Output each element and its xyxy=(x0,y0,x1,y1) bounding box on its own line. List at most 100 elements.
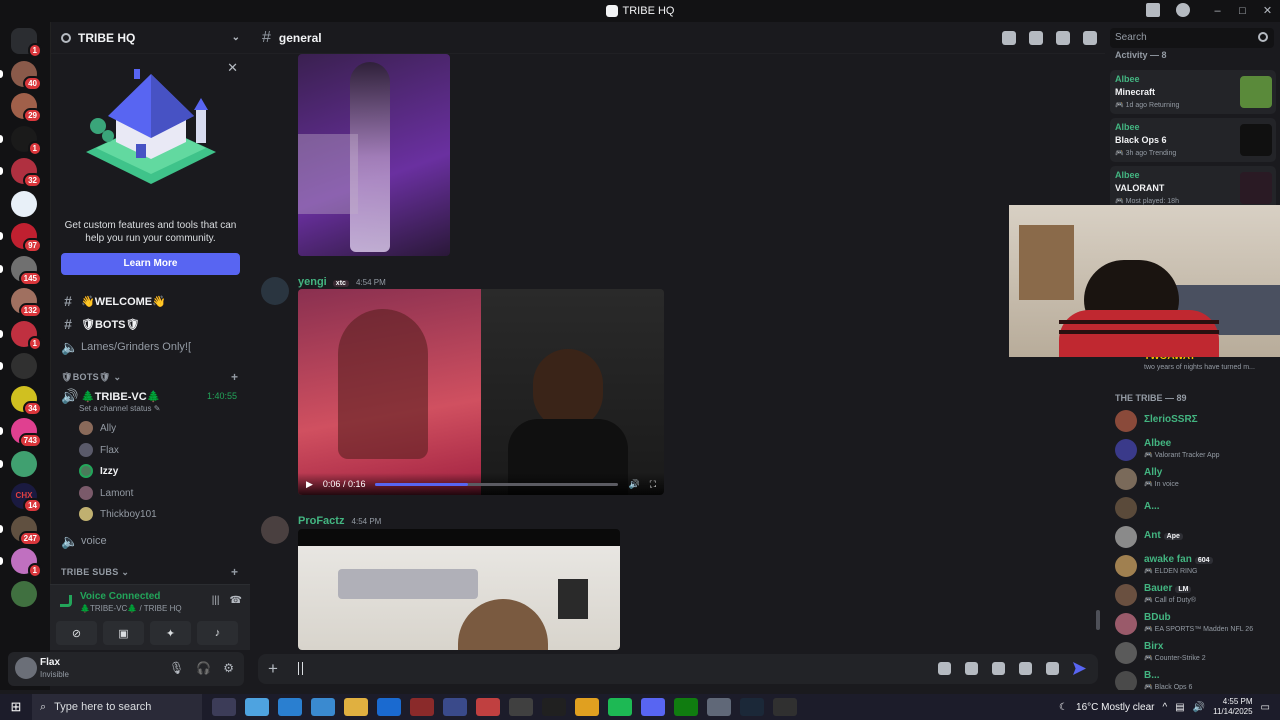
voice-location[interactable]: 🌲TRIBE-VC🌲 / TRIBE HQ xyxy=(80,604,182,613)
activity-card[interactable]: Albee VALORANT 🎮 Most played: 18h xyxy=(1110,166,1276,210)
apps-icon[interactable] xyxy=(1046,662,1059,675)
app-icon[interactable] xyxy=(443,698,467,716)
avatar[interactable] xyxy=(261,277,289,305)
app-icon[interactable] xyxy=(707,698,731,716)
member-item[interactable]: Birx 🎮 Counter-Strike 2 xyxy=(1115,640,1275,666)
headphones-icon[interactable]: 🎧 xyxy=(196,661,211,675)
outlook-icon[interactable] xyxy=(377,698,401,716)
activities-button[interactable]: ✦ xyxy=(150,621,191,645)
learn-more-button[interactable]: Learn More xyxy=(61,253,240,275)
play-icon[interactable]: ▶ xyxy=(306,479,313,490)
channel-lames-grinders[interactable]: 🔈 Lames/Grinders Only![ xyxy=(59,337,245,357)
fullscreen-icon[interactable]: ⛶ xyxy=(650,479,656,490)
app-icon[interactable] xyxy=(575,698,599,716)
volume-icon[interactable]: 🔊 xyxy=(628,479,639,490)
category-tribe-subs[interactable]: TRIBE SUBS ⌄ + xyxy=(61,565,238,579)
member-item[interactable]: Bauer LM 🎮 Call of Duty® xyxy=(1115,582,1275,608)
clock[interactable]: 4:55 PM 11/14/2025 xyxy=(1213,697,1252,717)
minimize-button[interactable]: – xyxy=(1205,0,1230,22)
chat-scrollbar[interactable] xyxy=(1096,610,1100,630)
emoji-icon[interactable] xyxy=(1019,662,1032,675)
server-icon[interactable]: 32 xyxy=(11,158,42,188)
help-icon[interactable] xyxy=(1176,3,1190,17)
maximize-button[interactable]: □ xyxy=(1230,0,1255,22)
xbox-icon[interactable] xyxy=(674,698,698,716)
server-icon[interactable] xyxy=(11,580,37,607)
app-icon[interactable] xyxy=(542,698,566,716)
bell-icon[interactable] xyxy=(1029,31,1043,45)
video-progress[interactable] xyxy=(375,482,619,486)
app-icon[interactable] xyxy=(410,698,434,716)
channel-bots[interactable]: # 🛡BOTS🛡 xyxy=(59,314,245,334)
copilot-icon[interactable] xyxy=(245,698,269,716)
video-attachment[interactable] xyxy=(298,529,620,650)
server-icon[interactable] xyxy=(11,450,37,477)
signal-icon[interactable] xyxy=(60,595,72,607)
channel-welcome[interactable]: # 👋WELCOME👋 xyxy=(59,291,245,311)
activity-card[interactable]: Albee Minecraft 🎮 1d ago Returning xyxy=(1110,70,1276,114)
member-item[interactable]: ΣlerioSSRΣ xyxy=(1115,408,1275,434)
network-icon[interactable]: ▤ xyxy=(1175,702,1184,713)
member-item[interactable]: Ally 🎮 In voice xyxy=(1115,466,1275,492)
app-icon[interactable] xyxy=(509,698,533,716)
gif-icon[interactable] xyxy=(965,662,978,675)
app-icon[interactable] xyxy=(476,698,500,716)
threads-icon[interactable] xyxy=(1002,31,1016,45)
camera-off-button[interactable]: ⊘ xyxy=(56,621,97,645)
voice-user-thickboy101[interactable]: Thickboy101 xyxy=(79,505,157,523)
file-explorer-icon[interactable] xyxy=(344,698,368,716)
search-input[interactable]: Search xyxy=(1110,28,1274,48)
inbox-icon[interactable] xyxy=(1146,3,1160,17)
channel-status-hint[interactable]: Set a channel status ✎ xyxy=(79,404,160,413)
member-list-icon[interactable] xyxy=(1083,31,1097,45)
server-icon[interactable]: 1 xyxy=(11,548,42,578)
noise-suppression-icon[interactable]: ||| xyxy=(212,595,220,606)
gear-icon[interactable]: ⚙ xyxy=(223,661,234,675)
server-icon[interactable]: 40 xyxy=(11,60,42,91)
discord-taskbar-icon[interactable] xyxy=(641,698,665,716)
voice-channel-voice[interactable]: 🔈 voice xyxy=(59,531,245,551)
notification-icon[interactable]: ▭ xyxy=(1261,702,1270,713)
voice-user-izzy[interactable]: Izzy xyxy=(79,462,118,480)
weather-icon[interactable]: ☾ xyxy=(1059,702,1068,713)
avatar[interactable] xyxy=(261,516,289,544)
pin-icon[interactable] xyxy=(1056,31,1070,45)
add-attachment-icon[interactable]: + xyxy=(268,659,278,679)
voice-status[interactable]: Voice Connected xyxy=(80,591,160,602)
member-item[interactable]: A... xyxy=(1115,495,1275,521)
weather-text[interactable]: 16°C Mostly clear xyxy=(1076,702,1154,713)
category-bots[interactable]: 🛡BOTS🛡 ⌄ + xyxy=(61,370,238,384)
disconnect-icon[interactable]: ☎ xyxy=(230,595,242,606)
server-icon[interactable]: 132 xyxy=(11,288,42,318)
chevron-up-icon[interactable]: ^ xyxy=(1162,702,1167,713)
close-icon[interactable]: ✕ xyxy=(227,60,238,76)
spotify-icon[interactable] xyxy=(608,698,632,716)
voice-user-lamont[interactable]: Lamont xyxy=(79,484,133,502)
video-attachment[interactable]: ▶ 0:06 / 0:16 🔊 ⛶ xyxy=(298,289,664,495)
screen-share-button[interactable]: ▣ xyxy=(103,621,144,645)
edge-icon[interactable] xyxy=(278,698,302,716)
member-item[interactable]: awake fan 604 🎮 ELDEN RING xyxy=(1115,553,1275,579)
send-icon[interactable] xyxy=(1073,662,1086,675)
user-name[interactable]: Flax xyxy=(40,657,60,668)
message-composer[interactable]: + xyxy=(258,654,1098,684)
store-icon[interactable] xyxy=(311,698,335,716)
voice-user-ally[interactable]: Ally xyxy=(79,419,116,437)
app-icon[interactable] xyxy=(773,698,797,716)
server-icon[interactable]: 145 xyxy=(11,255,42,286)
member-item[interactable]: Ant Ape xyxy=(1115,524,1275,550)
windows-start-icon[interactable]: ⊞ xyxy=(0,699,32,715)
server-icon[interactable]: 97 xyxy=(11,223,42,253)
server-icon[interactable]: 34 xyxy=(11,385,42,416)
message-author[interactable]: ProFactz 4:54 PM xyxy=(298,515,381,527)
server-icon[interactable] xyxy=(11,353,37,379)
guild-header[interactable]: TRIBE HQ ⌄ xyxy=(51,22,250,54)
volume-icon[interactable]: 🔊 xyxy=(1193,702,1205,713)
server-icon[interactable]: 1 xyxy=(11,320,42,351)
activity-card[interactable]: Albee Black Ops 6 🎮 3h ago Trending xyxy=(1110,118,1276,162)
soundboard-button[interactable]: ♪ xyxy=(197,621,238,645)
server-icon[interactable]: 29 xyxy=(11,93,42,123)
task-view-icon[interactable] xyxy=(212,698,236,716)
voice-user-flax[interactable]: Flax xyxy=(79,441,119,459)
sticker-icon[interactable] xyxy=(992,662,1005,675)
